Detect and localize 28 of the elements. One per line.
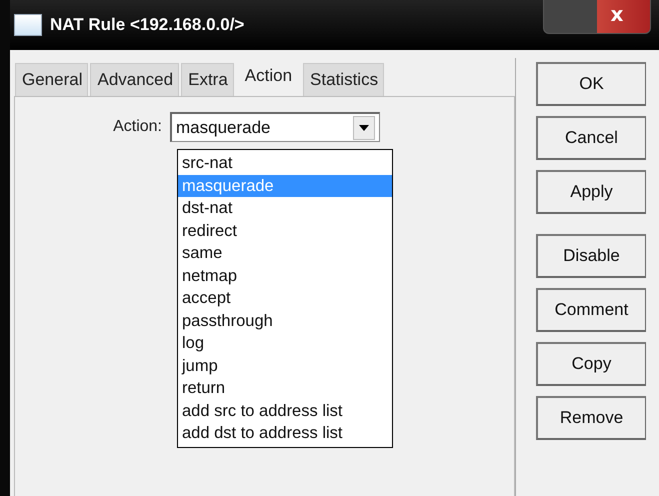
- dialog-button[interactable]: Apply: [536, 170, 646, 214]
- action-dropdown[interactable]: masquerade: [170, 112, 380, 142]
- close-button[interactable]: x: [543, 0, 651, 34]
- dropdown-option[interactable]: accept: [178, 287, 392, 310]
- dropdown-option[interactable]: same: [178, 242, 392, 264]
- dropdown-option[interactable]: netmap: [178, 264, 392, 287]
- window-icon: [14, 14, 42, 36]
- tab[interactable]: Statistics: [303, 63, 384, 96]
- tab[interactable]: General: [15, 63, 88, 96]
- dialog-button[interactable]: Copy: [536, 342, 646, 386]
- dialog-button[interactable]: Cancel: [536, 116, 646, 160]
- dropdown-option[interactable]: src-nat: [178, 152, 392, 174]
- window-title: NAT Rule <192.168.0.0/>: [50, 15, 244, 35]
- tab[interactable]: Advanced: [90, 63, 180, 96]
- dropdown-option[interactable]: add dst to address list: [178, 422, 392, 444]
- dialog-button[interactable]: Disable: [536, 234, 646, 278]
- tab[interactable]: Extra: [181, 63, 234, 96]
- dropdown-option[interactable]: passthrough: [178, 310, 392, 332]
- action-label: Action:: [112, 118, 163, 136]
- dropdown-option[interactable]: log: [178, 332, 392, 354]
- dialog-button[interactable]: OK: [536, 62, 646, 106]
- dropdown-option[interactable]: dst-nat: [178, 197, 392, 220]
- dialog-button[interactable]: Remove: [536, 396, 646, 440]
- dropdown-option[interactable]: jump: [178, 354, 392, 377]
- dialog-button[interactable]: Comment: [536, 288, 646, 332]
- dropdown-option[interactable]: redirect: [178, 220, 392, 242]
- dropdown-option[interactable]: add src to address list: [178, 400, 392, 422]
- dropdown-option[interactable]: return: [178, 377, 392, 400]
